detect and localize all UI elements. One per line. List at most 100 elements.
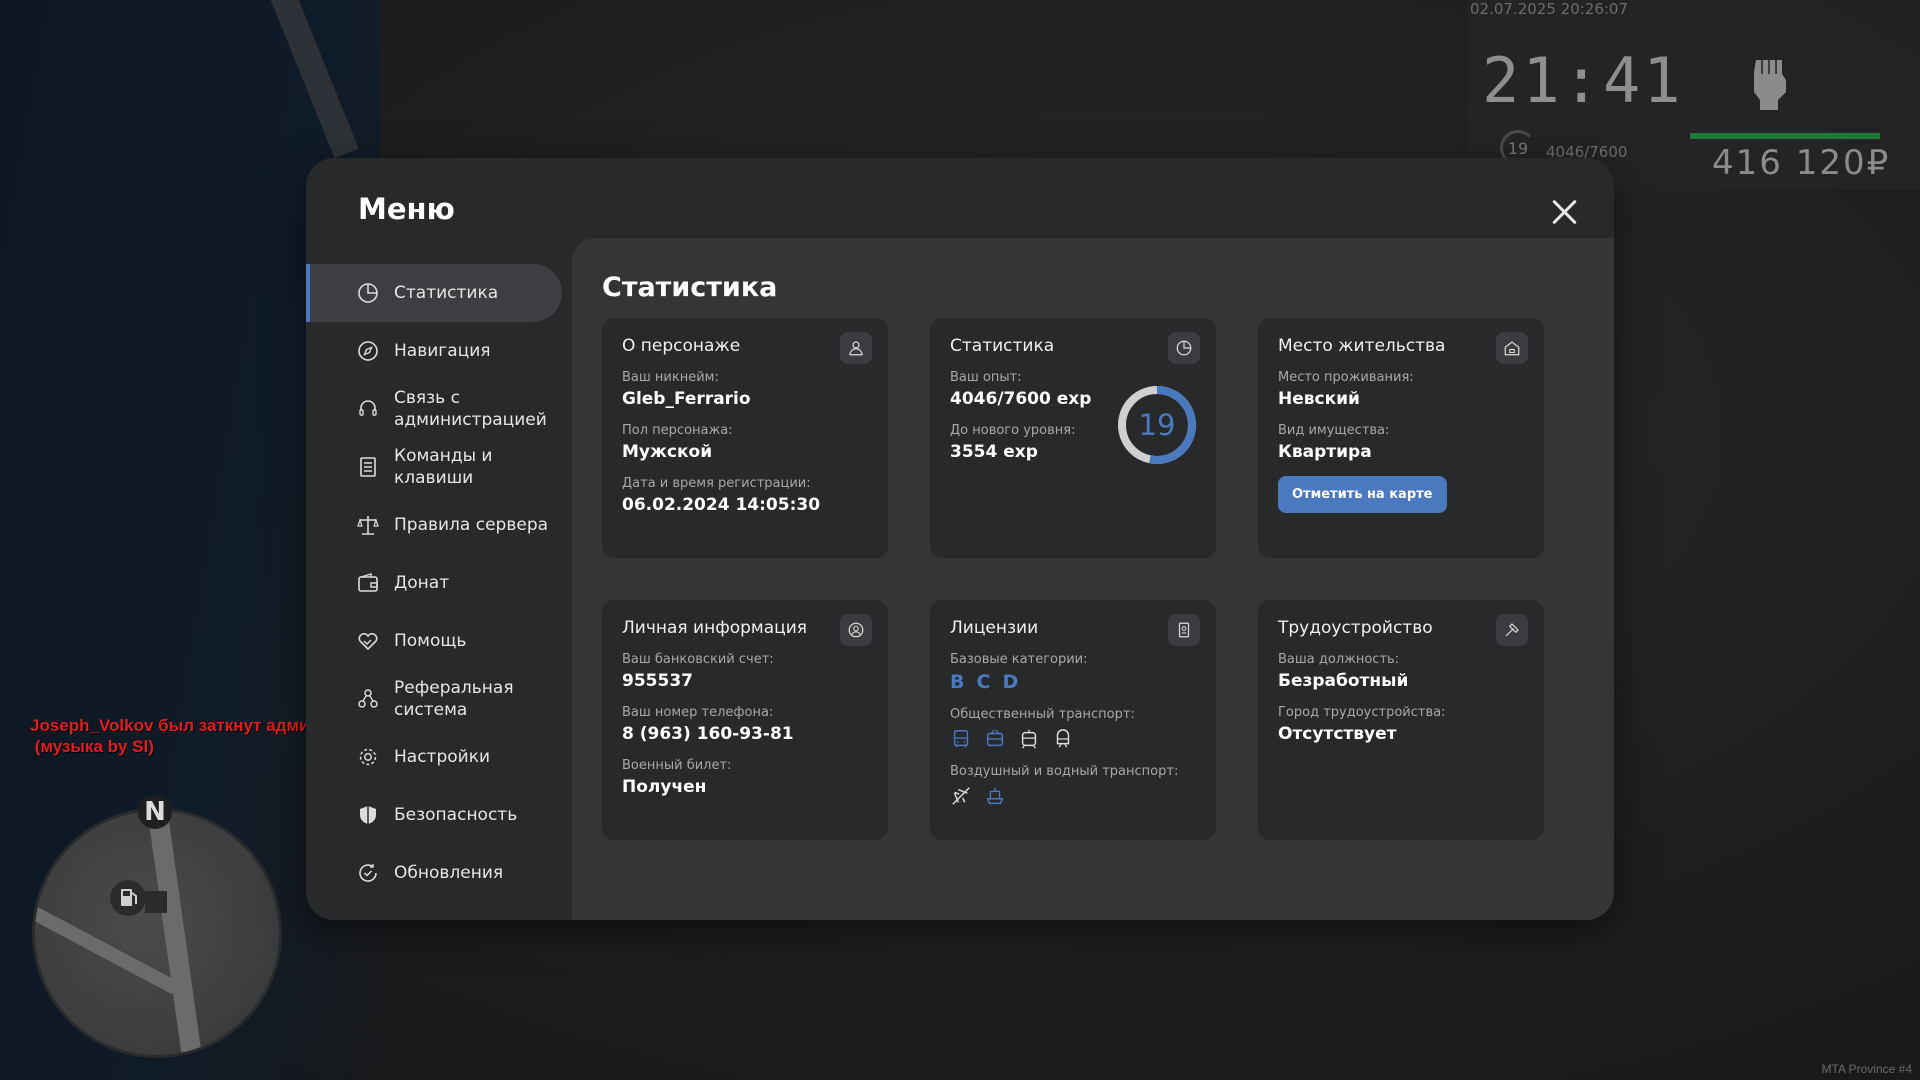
page-title: Статистика bbox=[602, 272, 778, 303]
minimap-road bbox=[35, 901, 179, 995]
server-watermark: MTA Province #4 bbox=[1821, 1062, 1912, 1076]
sidebar-item-updates[interactable]: Обновления bbox=[306, 844, 572, 902]
job-position-value: Безработный bbox=[1278, 671, 1409, 691]
sidebar-item-settings[interactable]: Настройки bbox=[306, 728, 572, 786]
train-icon bbox=[1056, 729, 1070, 748]
card-title: Место жительства bbox=[1278, 336, 1446, 356]
bus-icon bbox=[953, 730, 969, 748]
heart-handshake-icon bbox=[358, 632, 378, 651]
minimap-road bbox=[146, 811, 204, 1055]
hud-datetime: 02.07.2025 20:26:07 bbox=[1470, 0, 1629, 18]
license-category-b: B bbox=[950, 671, 965, 693]
gear-icon bbox=[359, 748, 377, 766]
license-icon bbox=[1168, 614, 1200, 646]
sidebar-item-statistics[interactable]: Статистика bbox=[306, 264, 562, 322]
job-city-value: Отсутствует bbox=[1278, 724, 1397, 744]
hud-clock: 21:41 bbox=[1482, 44, 1684, 117]
tram-icon bbox=[1021, 729, 1037, 749]
field-label: Вид имущества: bbox=[1278, 423, 1390, 438]
field-label: Ваш номер телефона: bbox=[622, 705, 774, 720]
field-label: Ваша должность: bbox=[1278, 652, 1400, 667]
sidebar-item-security[interactable]: Безопасность bbox=[306, 786, 572, 844]
field-label: Базовые категории: bbox=[950, 652, 1088, 667]
registration-value: 06.02.2024 14:05:30 bbox=[622, 495, 821, 515]
property-type-value: Квартира bbox=[1278, 442, 1372, 462]
minimap-building bbox=[145, 891, 167, 913]
menu-title: Меню bbox=[358, 192, 455, 226]
sidebar-item-admin-contact[interactable]: Связь с администрацией bbox=[306, 380, 572, 438]
field-label: Город трудоустройства: bbox=[1278, 705, 1446, 720]
sidebar-item-commands[interactable]: Команды и клавиши bbox=[306, 438, 572, 496]
scales-icon bbox=[357, 516, 379, 535]
headset-icon bbox=[359, 400, 377, 416]
field-label: Общественный транспорт: bbox=[950, 707, 1135, 722]
compass-icon bbox=[358, 341, 378, 361]
card-title: Статистика bbox=[950, 336, 1055, 356]
sidebar-item-label: Помощь bbox=[394, 631, 467, 651]
field-label: Воздушный и водный транспорт: bbox=[950, 764, 1179, 779]
refresh-check-icon bbox=[359, 864, 377, 882]
sidebar-item-label: Правила сервера bbox=[394, 515, 549, 535]
sidebar-item-donate[interactable]: Донат bbox=[306, 554, 572, 612]
boat-icon bbox=[986, 787, 1004, 805]
document-list-icon bbox=[360, 457, 376, 477]
gender-value: Мужской bbox=[622, 442, 713, 462]
field-label: Ваш опыт: bbox=[950, 370, 1022, 385]
hud-health-bar bbox=[1690, 133, 1880, 139]
mark-on-map-button[interactable]: Отметить на карте bbox=[1278, 476, 1447, 513]
field-label: Ваш банковский счет: bbox=[622, 652, 774, 667]
phone-value: 8 (963) 160-93-81 bbox=[622, 724, 794, 744]
trolleybus-icon bbox=[986, 729, 1004, 747]
close-icon[interactable] bbox=[1546, 194, 1582, 230]
nickname-value: Gleb_Ferrario bbox=[622, 389, 751, 409]
pie-chart-icon bbox=[1168, 332, 1200, 364]
airplane-icon bbox=[952, 787, 970, 805]
sidebar-item-label: Команды и клавиши bbox=[394, 446, 493, 488]
card-licenses: Лицензии Базовые категории: BCD Обществе… bbox=[930, 600, 1216, 840]
pie-chart-icon bbox=[358, 283, 378, 303]
menu-window: Меню Статистика Навигация Связь с админи… bbox=[306, 158, 1614, 920]
card-title: Лицензии bbox=[950, 618, 1039, 638]
minimap bbox=[32, 808, 282, 1058]
field-label: Место проживания: bbox=[1278, 370, 1414, 385]
home-icon bbox=[1496, 332, 1528, 364]
sidebar-item-referral[interactable]: Реферальная система bbox=[306, 670, 572, 728]
sidebar-item-label: Связь с администрацией bbox=[394, 388, 547, 430]
license-category-d: D bbox=[1002, 671, 1019, 693]
sidebar-nav: Статистика Навигация Связь с администрац… bbox=[306, 264, 572, 902]
sidebar-item-label: Обновления bbox=[394, 863, 504, 883]
license-categories: BCD bbox=[950, 671, 1196, 693]
bank-account-value: 955537 bbox=[622, 671, 693, 691]
level-number: 19 bbox=[1138, 408, 1176, 442]
card-title: О персонаже bbox=[622, 336, 741, 356]
field-label: Дата и время регистрации: bbox=[622, 476, 811, 491]
public-transport-icons bbox=[950, 728, 1196, 750]
sidebar-item-label: Навигация bbox=[394, 341, 491, 361]
card-personal-info: Личная информация Ваш банковский счет: 9… bbox=[602, 600, 888, 840]
card-residence: Место жительства Место проживания: Невск… bbox=[1258, 318, 1544, 558]
residence-place-value: Невский bbox=[1278, 389, 1360, 409]
card-title: Трудоустройство bbox=[1278, 618, 1433, 638]
sidebar-item-label: Безопасность bbox=[394, 805, 518, 825]
card-title: Личная информация bbox=[622, 618, 808, 638]
sidebar-item-rules[interactable]: Правила сервера bbox=[306, 496, 572, 554]
field-label: Пол персонажа: bbox=[622, 423, 733, 438]
hammer-icon bbox=[1496, 614, 1528, 646]
people-network-icon bbox=[358, 689, 378, 708]
sidebar-item-label: Настройки bbox=[394, 747, 491, 767]
minimap-north-marker: N bbox=[138, 795, 172, 829]
statistics-panel: Статистика О персонаже Ваш никнейм: Gleb… bbox=[572, 238, 1614, 920]
wallet-icon bbox=[358, 573, 378, 592]
air-water-transport-icons bbox=[950, 785, 1196, 807]
sidebar-item-label: Реферальная система bbox=[394, 678, 514, 720]
fist-icon bbox=[1754, 60, 1786, 110]
sidebar-item-navigation[interactable]: Навигация bbox=[306, 322, 572, 380]
field-label: Ваш никнейм: bbox=[622, 370, 719, 385]
field-label: Военный билет: bbox=[622, 758, 732, 773]
hud-money: 416 120₽ bbox=[1712, 143, 1891, 183]
sidebar-item-label: Донат bbox=[394, 573, 450, 593]
sidebar-item-label: Статистика bbox=[394, 283, 499, 303]
user-circle-icon bbox=[840, 614, 872, 646]
fuel-station-icon bbox=[110, 880, 146, 916]
sidebar-item-help[interactable]: Помощь bbox=[306, 612, 572, 670]
